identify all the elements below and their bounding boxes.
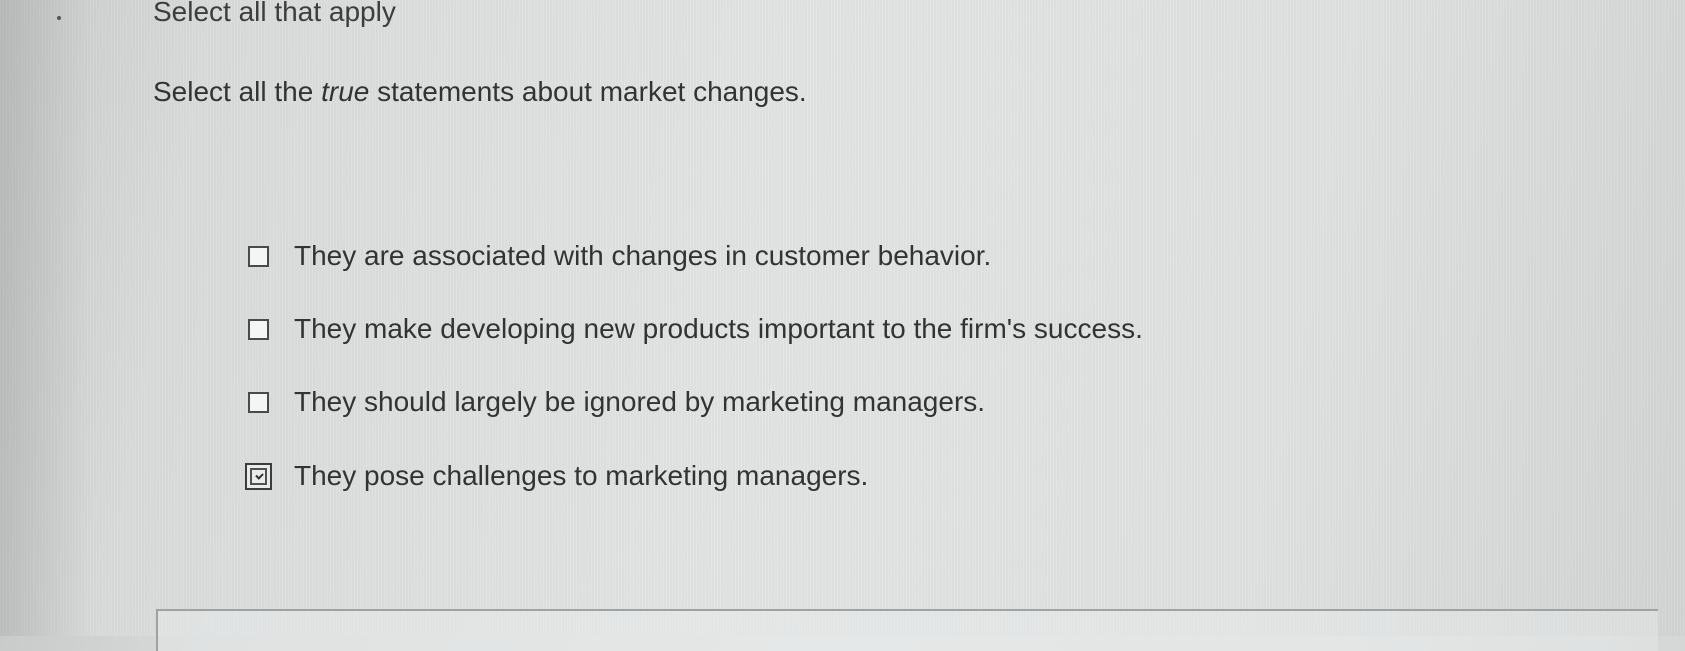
option-4-label[interactable]: They pose challenges to marketing manage… xyxy=(294,460,868,492)
option-3-checkbox[interactable] xyxy=(248,391,269,413)
screen-edge-shadow xyxy=(0,0,90,636)
question-emphasis: true xyxy=(321,76,370,107)
check-mark-icon xyxy=(255,470,264,480)
bullet-dot xyxy=(57,16,61,20)
question-type-label: Select all that apply xyxy=(153,0,396,27)
question-prefix: Select all the xyxy=(153,76,322,107)
option-4[interactable]: They pose challenges to marketing manage… xyxy=(245,456,868,496)
screen: Select all that apply Select all the tru… xyxy=(0,0,1685,651)
option-2[interactable]: They make developing new products import… xyxy=(248,309,1143,349)
option-1-checkbox[interactable] xyxy=(248,245,269,267)
option-2-label[interactable]: They make developing new products import… xyxy=(294,313,1143,345)
option-3[interactable]: They should largely be ignored by market… xyxy=(248,382,985,422)
next-section-panel xyxy=(156,609,1658,651)
question-prompt: Select all the true statements about mar… xyxy=(153,76,807,108)
option-1[interactable]: They are associated with changes in cust… xyxy=(248,236,991,276)
option-3-label[interactable]: They should largely be ignored by market… xyxy=(294,386,985,418)
option-2-checkbox[interactable] xyxy=(248,318,269,340)
option-1-label[interactable]: They are associated with changes in cust… xyxy=(294,240,991,272)
option-4-checkbox[interactable] xyxy=(245,462,272,490)
question-suffix: statements about market changes. xyxy=(369,76,807,107)
